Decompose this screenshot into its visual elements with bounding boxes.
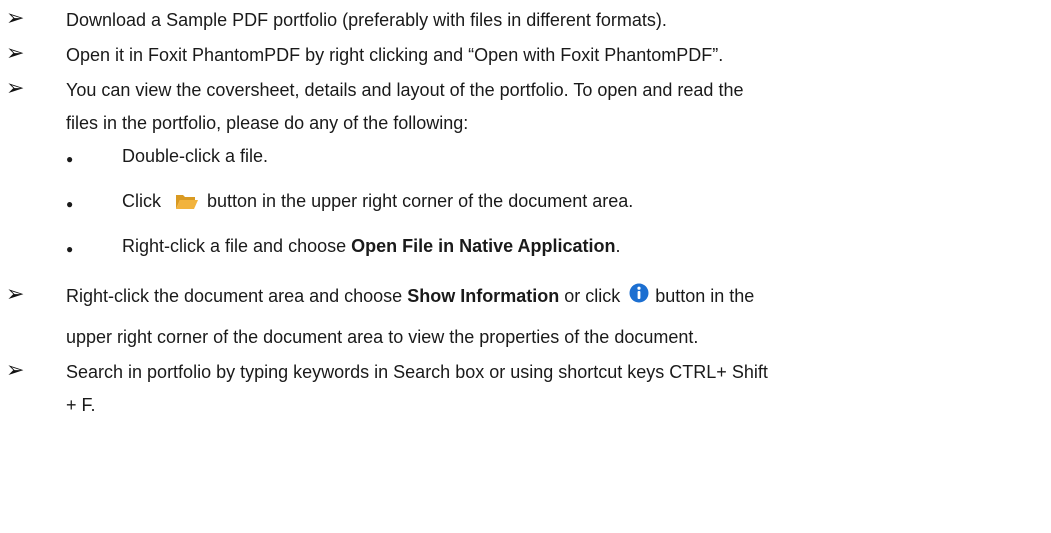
list-item-4-bold: Show Information	[407, 286, 560, 306]
list-item-5-line2: + F.	[66, 395, 96, 415]
sub-item-2: Click button in the upper right corner o…	[122, 188, 633, 217]
dot-bullet-icon: ●	[66, 242, 74, 256]
dot-bullet-icon: ●	[66, 152, 74, 166]
list-item-3-line1: You can view the coversheet, details and…	[66, 80, 744, 100]
folder-open-icon	[175, 191, 199, 217]
sub-item-3-pre: Right-click a file and choose	[122, 236, 352, 256]
list-item-5-line1: Search in portfolio by typing keywords i…	[66, 362, 768, 382]
arrow-bullet-icon: ➢	[6, 358, 25, 383]
list-item-4-mid: or click	[559, 286, 626, 306]
list-item-2: Open it in Foxit PhantomPDF by right cli…	[66, 45, 724, 65]
info-icon	[629, 283, 649, 310]
sub-item-2-post: button in the upper right corner of the …	[207, 191, 634, 211]
dot-bullet-icon: ●	[66, 197, 74, 211]
list-item-4-pre: Right-click the document area and choose	[66, 286, 408, 306]
sub-item-2-pre: Click	[122, 191, 161, 211]
arrow-bullet-icon: ➢	[6, 6, 25, 31]
sub-item-3-bold: Open File in Native Application	[351, 236, 616, 256]
list-item-4-line1: Right-click the document area and choose…	[66, 283, 1041, 310]
list-item-1: Download a Sample PDF portfolio (prefera…	[66, 10, 667, 30]
sub-item-3: Right-click a file and choose Open File …	[122, 233, 621, 259]
sub-item-1: Double-click a file.	[122, 146, 269, 166]
arrow-bullet-icon: ➢	[6, 282, 25, 307]
arrow-bullet-icon: ➢	[6, 76, 25, 101]
list-item-4-post: button in the	[655, 286, 755, 306]
list-item-4-line2: upper right corner of the document area …	[66, 327, 699, 347]
arrow-bullet-icon: ➢	[6, 41, 25, 66]
list-item-3-line2: files in the portfolio, please do any of…	[66, 113, 469, 133]
sub-item-3-post: .	[615, 236, 621, 256]
